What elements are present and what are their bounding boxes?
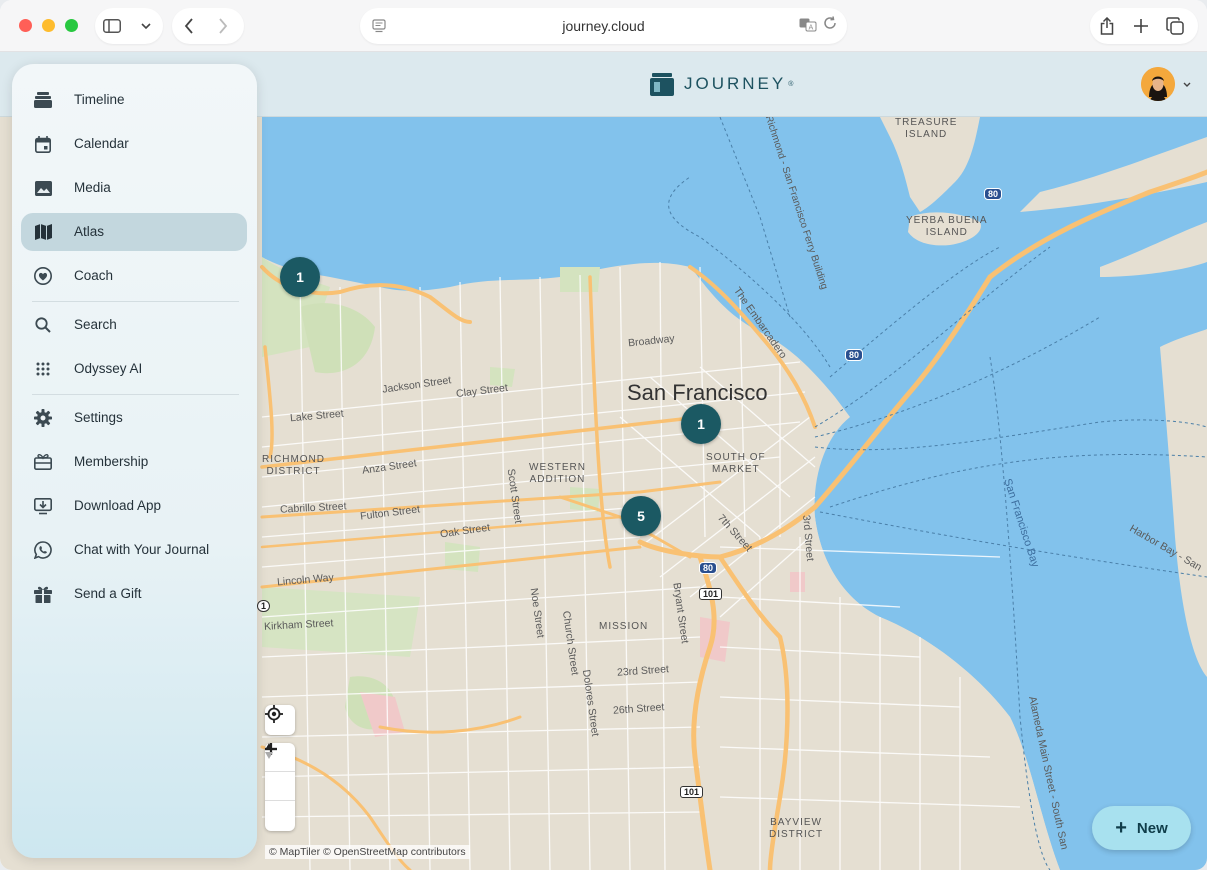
zoom-out-button[interactable] <box>265 747 295 801</box>
sidebar-item-timeline[interactable]: Timeline <box>21 81 247 119</box>
calendar-icon <box>33 134 53 154</box>
address-bar[interactable]: journey.cloud A <box>360 8 847 44</box>
sidebar-item-label: Search <box>74 317 117 332</box>
svg-text:A: A <box>809 24 814 32</box>
city-label: San Francisco <box>627 380 768 405</box>
sidebar-item-label: Chat with Your Journal <box>74 542 210 557</box>
dots-grid-icon <box>33 359 53 379</box>
url-text: journey.cloud <box>562 18 645 34</box>
sidebar-item-media[interactable]: Media <box>21 169 247 207</box>
sidebar-item-label: Calendar <box>74 136 129 151</box>
district-mission: MISSION <box>599 621 649 632</box>
back-arrow-icon[interactable] <box>172 9 206 43</box>
sidebar-item-label: Coach <box>74 268 114 283</box>
sidebar-item-label: Media <box>74 180 111 195</box>
download-icon <box>33 496 53 516</box>
entry-cluster-marker[interactable]: 5 <box>621 496 661 536</box>
sidebar-item-atlas[interactable]: Atlas <box>21 213 247 251</box>
interstate-shield: 80 <box>699 562 718 574</box>
entry-cluster-marker[interactable]: 1 <box>280 257 320 297</box>
locate-me-button[interactable] <box>265 705 295 735</box>
sidebar-item-label: Settings <box>74 410 123 425</box>
translate-icon[interactable]: A <box>799 18 817 35</box>
sidebar-item-settings[interactable]: Settings <box>21 399 247 437</box>
new-entry-button[interactable]: + New <box>1092 806 1191 850</box>
interstate-shield: 80 <box>845 349 864 361</box>
sidebar-item-label: Membership <box>74 454 149 469</box>
close-window-button[interactable] <box>19 19 32 32</box>
district-richmond: RICHMOND DISTRICT <box>262 454 325 477</box>
minimize-window-button[interactable] <box>42 19 55 32</box>
sidebar-divider <box>32 394 239 395</box>
whatsapp-icon <box>33 540 53 560</box>
plus-icon: + <box>1115 816 1127 839</box>
tab-overview-icon[interactable] <box>1158 9 1192 43</box>
share-icon[interactable] <box>1090 9 1124 43</box>
sidebar-toggle-group <box>95 8 163 44</box>
new-tab-icon[interactable] <box>1124 9 1158 43</box>
heart-icon <box>33 266 53 286</box>
membership-icon <box>33 452 53 472</box>
chevron-down-icon[interactable] <box>129 9 163 43</box>
sidebar-item-download-app[interactable]: Download App <box>21 487 247 525</box>
browser-actions-group <box>1090 8 1198 44</box>
district-yerba-buena: YERBA BUENA ISLAND <box>906 215 988 238</box>
crosshair-icon <box>265 705 283 723</box>
browser-window: journey.cloud A JOURNEY ® TREASURE ISLAN… <box>0 0 1207 870</box>
entry-cluster-marker[interactable]: 1 <box>681 404 721 444</box>
us-route-shield: 101 <box>699 588 723 600</box>
sidebar-item-membership[interactable]: Membership <box>21 443 247 481</box>
sidebar-item-label: Timeline <box>74 92 125 107</box>
district-south-of-market: SOUTH OF MARKET <box>706 452 766 475</box>
sidebar-divider <box>32 301 239 302</box>
timeline-icon <box>33 90 53 110</box>
brand-name: JOURNEY <box>684 74 787 93</box>
compass-button[interactable] <box>265 743 295 830</box>
brand-registered-mark: ® <box>788 80 794 88</box>
reload-icon[interactable] <box>823 16 837 34</box>
fullscreen-window-button[interactable] <box>65 19 78 32</box>
interstate-shield: 80 <box>984 188 1003 200</box>
search-icon <box>33 315 53 335</box>
sidebar-item-label: Download App <box>74 498 162 513</box>
new-entry-label: New <box>1136 819 1168 837</box>
chevron-down-icon[interactable] <box>1183 79 1191 90</box>
zoom-controls <box>265 743 295 831</box>
sidebar-item-chat-with-journal[interactable]: Chat with Your Journal <box>21 531 247 569</box>
journey-logo[interactable]: JOURNEY ® <box>650 72 793 96</box>
sidebar-toggle-icon[interactable] <box>95 9 129 43</box>
sidebar-item-label: Send a Gift <box>74 586 142 601</box>
sidebar-item-label: Odyssey AI <box>74 361 143 376</box>
avatar[interactable] <box>1141 67 1175 101</box>
sidebar: Timeline Calendar Media Atlas Coach Sear… <box>12 64 257 858</box>
compass-icon <box>265 743 273 759</box>
forward-arrow-icon[interactable] <box>206 9 240 43</box>
journey-logo-icon <box>650 73 674 96</box>
sidebar-item-coach[interactable]: Coach <box>21 257 247 295</box>
sidebar-item-search[interactable]: Search <box>21 306 247 344</box>
sidebar-item-send-gift[interactable]: Send a Gift <box>21 575 247 613</box>
district-treasure-island: TREASURE ISLAND <box>895 117 958 140</box>
history-nav-group <box>172 8 244 44</box>
sidebar-item-calendar[interactable]: Calendar <box>21 125 247 163</box>
us-route-shield: 101 <box>680 786 704 798</box>
sidebar-item-odyssey-ai[interactable]: Odyssey AI <box>21 350 247 388</box>
gear-icon <box>33 408 53 428</box>
map-attribution[interactable]: © MapTiler © OpenStreetMap contributors <box>265 845 470 859</box>
state-route-shield: 1 <box>257 600 271 612</box>
sidebar-item-label: Atlas <box>74 224 105 239</box>
district-western-addition: WESTERN ADDITION <box>529 462 586 485</box>
gift-icon <box>33 584 53 604</box>
map-icon <box>33 222 53 242</box>
image-icon <box>33 178 53 198</box>
district-bayview: BAYVIEW DISTRICT <box>769 817 824 840</box>
browser-toolbar: journey.cloud A <box>0 0 1207 52</box>
